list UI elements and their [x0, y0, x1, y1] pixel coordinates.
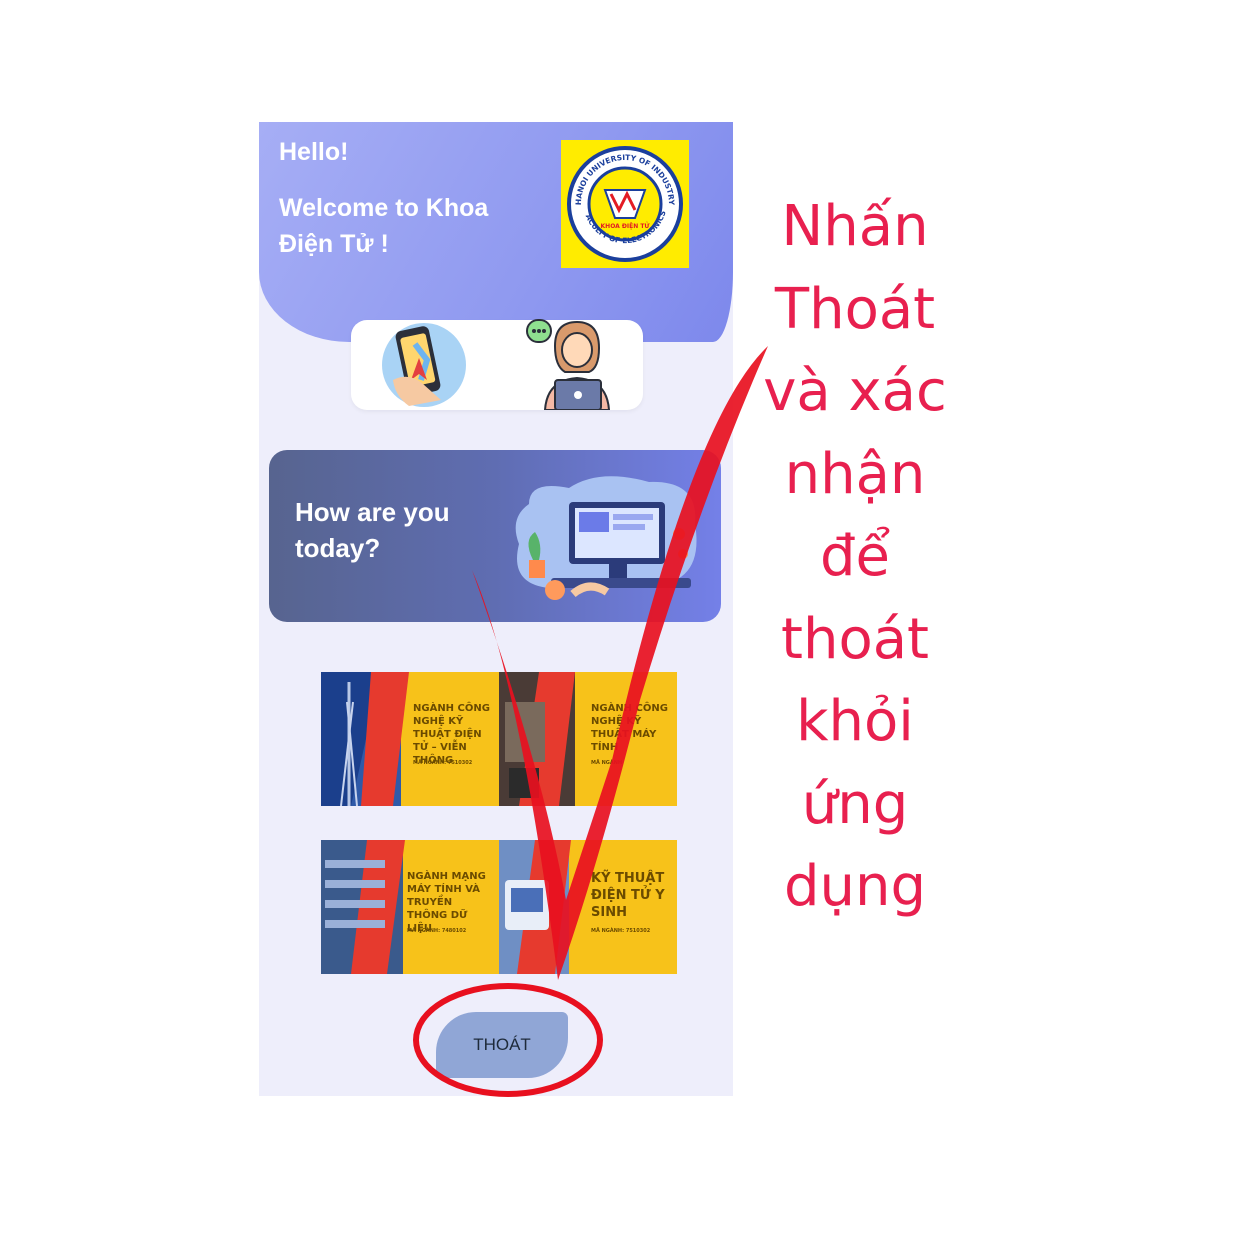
program-banner-title: NGÀNH CÔNG NGHỆ KỸ THUẬT MÁY TÍNH [591, 703, 668, 753]
app-screen: Hello! Welcome to Khoa Điện Tử ! HANOI U… [259, 122, 733, 1096]
program-banner-biomedical[interactable]: KỸ THUẬT ĐIỆN TỬ Y SINH MÃ NGÀNH: 751030… [499, 840, 677, 974]
program-banner-title: NGÀNH MẠNG MÁY TÍNH VÀ TRUYỀN THÔNG DỮ L… [407, 871, 486, 934]
program-banner-code: MÃ NGÀNH: 7510302 [413, 760, 473, 766]
greeting-text: Hello! [279, 138, 349, 166]
program-banner-code: MÃ NGÀNH: 7480102 [407, 928, 467, 934]
map-navigation-icon[interactable] [379, 322, 469, 413]
mood-card-text: How are you today? [295, 497, 450, 563]
support-agent-icon[interactable] [525, 316, 617, 415]
faculty-logo: HANOI UNIVERSITY OF INDUSTRY FACULTY OF … [559, 133, 689, 268]
header-panel: Hello! Welcome to Khoa Điện Tử ! HANOI U… [259, 122, 733, 342]
welcome-text: Welcome to Khoa Điện Tử ! [279, 194, 489, 258]
program-banner-code: MÃ NGÀNH [591, 760, 623, 766]
program-banner-code: MÃ NGÀNH: 7510302 [591, 928, 651, 934]
program-banner-telecom[interactable]: NGÀNH CÔNG NGHỆ KỸ THUẬT ĐIỆN TỬ – VIỄN … [321, 672, 499, 806]
mood-card[interactable]: How are you today? [269, 450, 721, 622]
exit-button[interactable]: THOÁT [436, 1012, 568, 1078]
program-banner-title: NGÀNH CÔNG NGHỆ KỸ THUẬT ĐIỆN TỬ – VIỄN … [413, 703, 490, 766]
program-banner-title: KỸ THUẬT ĐIỆN TỬ Y SINH [591, 871, 665, 920]
program-banner-network[interactable]: NGÀNH MẠNG MÁY TÍNH VÀ TRUYỀN THÔNG DỮ L… [321, 840, 499, 974]
program-banner-computer[interactable]: NGÀNH CÔNG NGHỆ KỸ THUẬT MÁY TÍNH MÃ NGÀ… [499, 672, 677, 806]
logo-center-text: KHOA ĐIỆN TỬ [601, 222, 650, 230]
exit-button-label: THOÁT [473, 1035, 531, 1054]
quick-actions-card [351, 319, 643, 413]
workspace-illustration [509, 474, 705, 611]
instruction-text: Nhấn Thoát và xác nhận để thoát khỏi ứng… [763, 194, 947, 919]
